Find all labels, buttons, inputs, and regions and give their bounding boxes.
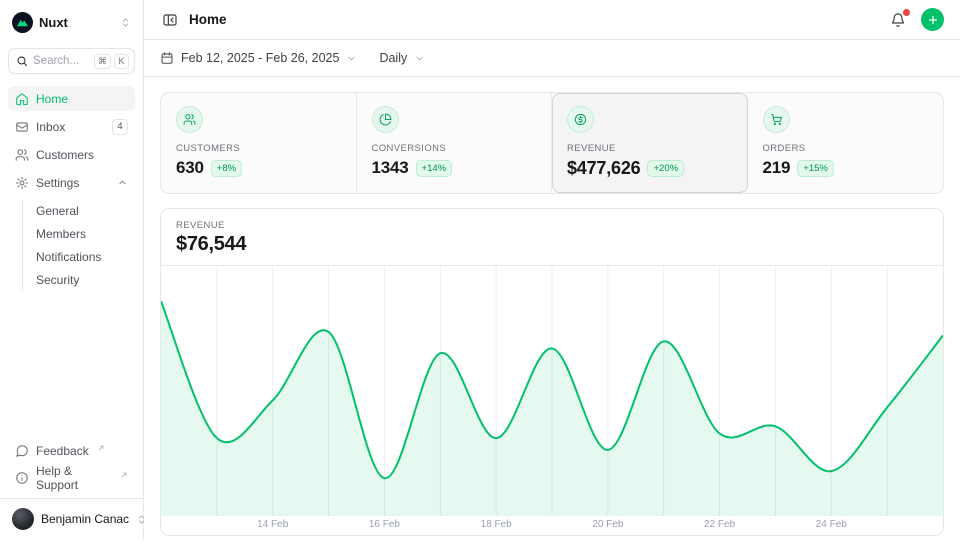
- stat-value: 219: [763, 158, 791, 178]
- x-axis-tick: 14 Feb: [257, 519, 288, 530]
- calendar-icon: [160, 51, 174, 65]
- home-icon: [15, 92, 29, 106]
- stat-delta-badge: +8%: [211, 160, 242, 177]
- stats-grid: CUSTOMERS 630 +8% CONVERSIONS 1343 +14%: [160, 92, 944, 194]
- chart-plot-area[interactable]: [161, 266, 943, 516]
- dollar-circle-icon: [567, 106, 594, 133]
- notification-dot: [903, 9, 910, 16]
- stat-value: 1343: [372, 158, 409, 178]
- search-shortcut: ⌘ K: [94, 54, 129, 69]
- date-range-value: Feb 12, 2025 - Feb 26, 2025: [181, 51, 339, 65]
- pie-chart-icon: [372, 106, 399, 133]
- external-link-icon: [120, 471, 128, 479]
- feedback-link[interactable]: Feedback: [8, 438, 135, 463]
- x-axis-tick: 18 Feb: [481, 519, 512, 530]
- sidebar-item-home[interactable]: Home: [8, 86, 135, 111]
- chevron-down-icon: [346, 53, 357, 64]
- footer-link-label: Help & Support: [36, 464, 112, 492]
- main-area: Home Feb 12, 2025 - Feb 26, 2025 Daily: [144, 0, 960, 540]
- sidebar-item-label: Customers: [36, 148, 94, 162]
- stat-card-orders[interactable]: ORDERS 219 +15%: [748, 93, 944, 193]
- sidebar-subitem-label: General: [36, 204, 79, 218]
- stat-label: ORDERS: [763, 143, 929, 154]
- page-title: Home: [189, 12, 227, 27]
- sidebar-item-members[interactable]: Members: [23, 223, 135, 245]
- stat-delta-badge: +15%: [797, 160, 834, 177]
- sidebar-item-customers[interactable]: Customers: [8, 142, 135, 167]
- stat-label: CUSTOMERS: [176, 143, 341, 154]
- sidebar-item-inbox[interactable]: Inbox 4: [8, 114, 135, 139]
- stat-label: CONVERSIONS: [372, 143, 537, 154]
- footer-link-label: Feedback: [36, 444, 89, 458]
- workspace-name: Nuxt: [39, 15, 68, 30]
- notifications-button[interactable]: [888, 10, 908, 30]
- revenue-chart-card: REVENUE $76,544 14 Feb 16 Feb 18 Feb 20 Feb…: [160, 208, 944, 536]
- period-select[interactable]: Daily: [379, 51, 425, 65]
- stat-value: $477,626: [567, 158, 640, 179]
- sidebar-subitem-label: Security: [36, 273, 79, 287]
- x-axis-tick: 20 Feb: [592, 519, 623, 530]
- settings-subnav: General Members Notifications Security: [22, 200, 135, 291]
- revenue-area-chart: [161, 266, 943, 516]
- x-axis-tick: 22 Feb: [704, 519, 735, 530]
- gear-icon: [15, 176, 29, 190]
- period-value: Daily: [379, 51, 407, 65]
- sidebar-item-label: Home: [36, 92, 68, 106]
- search-input[interactable]: Search... ⌘ K: [8, 48, 135, 74]
- stat-value: 630: [176, 158, 204, 178]
- chart-header: REVENUE $76,544: [161, 209, 943, 266]
- filters-toolbar: Feb 12, 2025 - Feb 26, 2025 Daily: [144, 40, 960, 77]
- inbox-count-badge: 4: [112, 119, 128, 135]
- sidebar-nav: Home Inbox 4 Customers Settings General …: [8, 86, 135, 291]
- search-placeholder: Search...: [33, 55, 79, 67]
- stat-label: REVENUE: [567, 143, 732, 154]
- sidebar-item-security[interactable]: Security: [23, 269, 135, 291]
- chart-total-value: $76,544: [176, 233, 928, 256]
- chevron-up-icon: [117, 177, 128, 188]
- workspace-switcher[interactable]: Nuxt: [8, 10, 135, 35]
- panel-left-close-icon: [162, 12, 178, 28]
- stat-delta-badge: +20%: [647, 160, 684, 177]
- message-circle-icon: [15, 444, 29, 458]
- cart-icon: [763, 106, 790, 133]
- nuxt-logo-icon: [12, 12, 33, 33]
- mail-icon: [15, 120, 29, 134]
- users-icon: [176, 106, 203, 133]
- sidebar-item-settings[interactable]: Settings: [8, 170, 135, 195]
- stat-delta-badge: +14%: [416, 160, 453, 177]
- x-axis-tick: 24 Feb: [816, 519, 847, 530]
- sidebar: Nuxt Search... ⌘ K Home Inbox 4 Customer…: [0, 0, 144, 540]
- dashboard-content: CUSTOMERS 630 +8% CONVERSIONS 1343 +14%: [144, 77, 960, 551]
- stat-card-conversions[interactable]: CONVERSIONS 1343 +14%: [357, 93, 553, 193]
- chart-title: REVENUE: [176, 220, 928, 231]
- stat-card-revenue[interactable]: REVENUE $477,626 +20%: [552, 93, 748, 193]
- sidebar-item-notifications[interactable]: Notifications: [23, 246, 135, 268]
- stat-card-customers[interactable]: CUSTOMERS 630 +8%: [161, 93, 357, 193]
- chevrons-up-down-icon: [120, 17, 131, 28]
- sidebar-item-general[interactable]: General: [23, 200, 135, 222]
- chevron-down-icon: [414, 53, 425, 64]
- user-name: Benjamin Canac: [41, 512, 129, 526]
- kbd-k: K: [114, 54, 129, 69]
- sidebar-subitem-label: Members: [36, 227, 86, 241]
- search-icon: [16, 55, 28, 67]
- external-link-icon: [97, 444, 105, 452]
- plus-icon: [927, 14, 939, 26]
- date-range-picker[interactable]: Feb 12, 2025 - Feb 26, 2025: [160, 51, 357, 65]
- add-new-button[interactable]: [921, 8, 944, 31]
- sidebar-footer-links: Feedback Help & Support: [8, 438, 135, 490]
- collapse-sidebar-button[interactable]: [160, 10, 180, 30]
- info-icon: [15, 471, 29, 485]
- x-axis-tick: 16 Feb: [369, 519, 400, 530]
- sidebar-subitem-label: Notifications: [36, 250, 101, 264]
- sidebar-item-label: Inbox: [36, 120, 65, 134]
- kbd-cmd: ⌘: [94, 54, 111, 69]
- page-header: Home: [144, 0, 960, 40]
- help-support-link[interactable]: Help & Support: [8, 465, 135, 490]
- sidebar-item-label: Settings: [36, 176, 79, 190]
- chart-x-axis: 14 Feb 16 Feb 18 Feb 20 Feb 22 Feb 24 Feb: [161, 516, 943, 535]
- users-icon: [15, 148, 29, 162]
- avatar: [12, 508, 34, 530]
- user-menu[interactable]: Benjamin Canac: [8, 499, 135, 532]
